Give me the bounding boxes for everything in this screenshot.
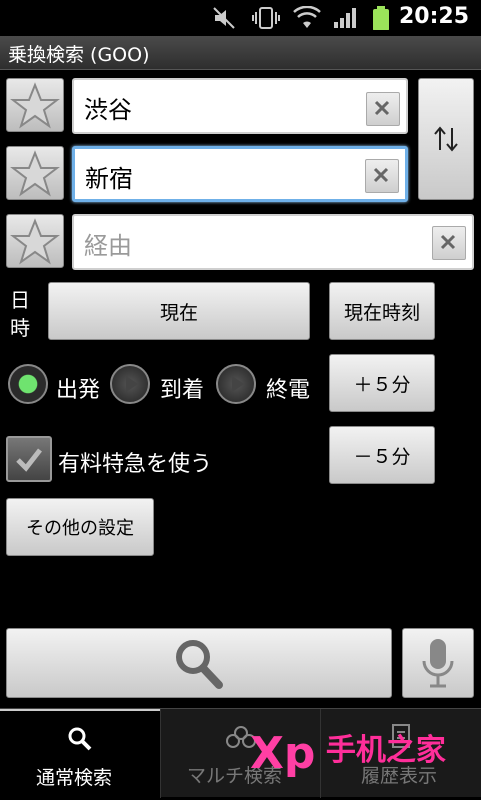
close-icon bbox=[374, 100, 390, 116]
minus-5min-button[interactable]: －５分 bbox=[329, 426, 435, 484]
radio-depart-label: 出発 bbox=[56, 378, 101, 403]
battery-icon bbox=[373, 6, 389, 30]
title-bar: 乗換検索 (GOO) bbox=[0, 36, 481, 70]
radio-last-train-label: 終電 bbox=[266, 378, 311, 403]
status-bar: 20:25 bbox=[0, 0, 481, 36]
datetime-label: 日 時 bbox=[10, 288, 30, 340]
clear-from-button[interactable] bbox=[366, 92, 400, 126]
from-station-value: 渋谷 bbox=[84, 96, 132, 124]
radio-depart[interactable] bbox=[8, 364, 48, 404]
tab-multi-search[interactable]: マルチ検索 bbox=[160, 709, 321, 798]
play-icon bbox=[232, 376, 244, 392]
star-icon bbox=[10, 82, 60, 129]
plus-5min-label: ＋５分 bbox=[353, 373, 411, 396]
signal-icon bbox=[334, 8, 356, 28]
minus-5min-label: －５分 bbox=[353, 445, 411, 468]
multi-search-icon bbox=[226, 726, 256, 748]
tab-normal-search[interactable]: 通常検索 bbox=[0, 709, 160, 800]
now-time-label: 現在時刻 bbox=[343, 301, 420, 324]
wifi-icon bbox=[293, 6, 321, 28]
other-settings-button[interactable]: その他の設定 bbox=[6, 498, 154, 556]
favorite-via-button[interactable] bbox=[6, 214, 64, 268]
plus-5min-button[interactable]: ＋５分 bbox=[329, 354, 435, 412]
clear-to-button[interactable] bbox=[365, 159, 399, 193]
history-icon bbox=[392, 724, 410, 748]
star-icon bbox=[10, 218, 60, 265]
close-icon bbox=[440, 234, 456, 250]
via-placeholder: 経由 bbox=[84, 232, 132, 260]
datetime-value: 現在 bbox=[159, 301, 198, 324]
microphone-icon bbox=[422, 639, 454, 688]
tab-history[interactable]: 履歴表示 bbox=[320, 709, 481, 798]
search-icon bbox=[176, 640, 223, 689]
clear-via-button[interactable] bbox=[432, 226, 466, 260]
tab-history-label: 履歴表示 bbox=[361, 765, 438, 787]
tab-normal-search-label: 通常検索 bbox=[36, 767, 113, 789]
tab-multi-search-label: マルチ検索 bbox=[187, 765, 283, 787]
express-checkbox-label: 有料特急を使う bbox=[58, 452, 213, 477]
swap-stations-button[interactable] bbox=[418, 78, 474, 200]
play-icon bbox=[126, 376, 138, 392]
star-icon bbox=[10, 150, 60, 197]
favorite-from-button[interactable] bbox=[6, 78, 64, 132]
datetime-button[interactable]: 現在 bbox=[48, 282, 310, 340]
bottom-tab-bar: 通常検索 マルチ検索 履歴表示 bbox=[0, 708, 481, 800]
swap-arrows-icon bbox=[434, 126, 458, 152]
favorite-to-button[interactable] bbox=[6, 146, 64, 200]
voice-input-button[interactable] bbox=[402, 628, 474, 698]
mute-icon bbox=[213, 7, 235, 29]
close-icon bbox=[373, 167, 389, 183]
to-station-value: 新宿 bbox=[85, 165, 133, 193]
radio-arrive-label: 到着 bbox=[160, 378, 205, 403]
search-icon bbox=[68, 727, 92, 751]
from-station-field[interactable]: 渋谷 bbox=[72, 78, 408, 134]
clock: 20:25 bbox=[398, 4, 469, 29]
other-settings-label: その他の設定 bbox=[26, 518, 134, 539]
express-checkbox[interactable] bbox=[6, 436, 52, 482]
checkmark-icon bbox=[16, 448, 42, 472]
now-time-button[interactable]: 現在時刻 bbox=[329, 282, 435, 340]
via-station-field[interactable]: 経由 bbox=[72, 214, 474, 270]
radio-last-train[interactable] bbox=[216, 364, 256, 404]
to-station-field[interactable]: 新宿 bbox=[72, 146, 408, 202]
search-button[interactable] bbox=[6, 628, 392, 698]
vibrate-icon bbox=[252, 7, 280, 29]
app-title: 乗換検索 (GOO) bbox=[8, 44, 150, 66]
radio-arrive[interactable] bbox=[110, 364, 150, 404]
